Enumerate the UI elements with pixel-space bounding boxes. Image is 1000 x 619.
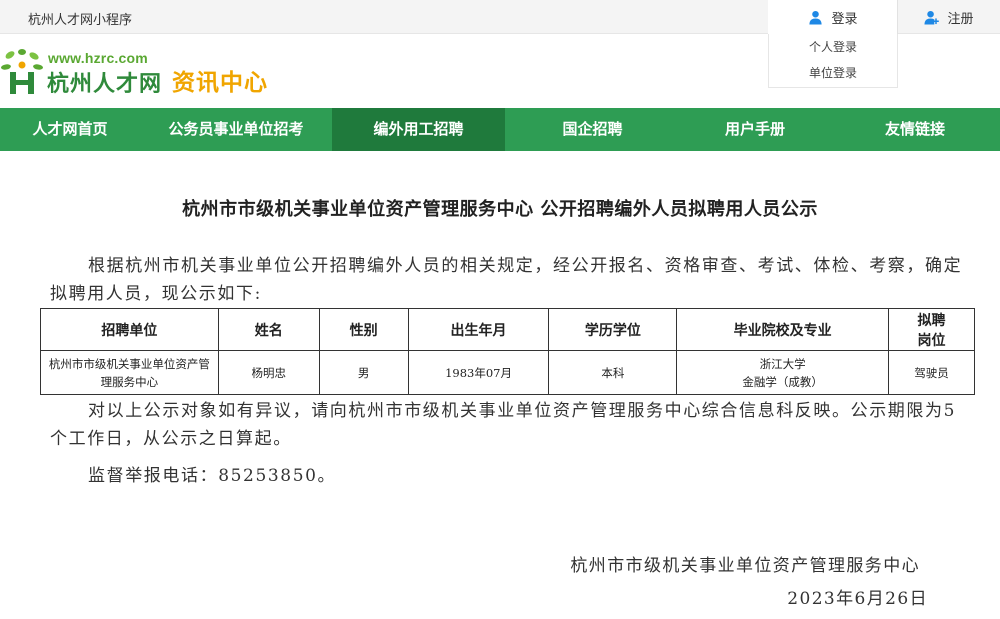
mini-program-link[interactable]: 杭州人才网小程序: [28, 9, 132, 28]
user-add-icon: [924, 10, 940, 25]
candidate-table: 招聘单位 姓名 性别 出生年月 学历学位 毕业院校及专业 拟聘 岗位 杭州市市级…: [40, 308, 975, 395]
nav-item-civil-service[interactable]: 公务员事业单位招考: [140, 108, 332, 151]
col-header-birth: 出生年月: [407, 308, 550, 351]
login-dropdown: 个人登录 单位登录: [768, 34, 898, 88]
col-header-gender: 性别: [318, 308, 409, 351]
cell-position: 驾驶员: [888, 350, 975, 395]
cell-name: 杨明忠: [217, 350, 320, 395]
article-content: 杭州市市级机关事业单位资产管理服务中心 公开招聘编外人员拟聘用人员公示 根据杭州…: [0, 151, 1000, 619]
article-objection: 对以上公示对象如有异议，请向杭州市市级机关事业单位资产管理服务中心综合信息科反映…: [50, 401, 957, 449]
article-hotline: 监督举报电话：85253850。: [88, 466, 337, 486]
cell-school-name: 浙江大学: [759, 356, 806, 371]
table-row: 杭州市市级机关事业单位资产管理服务中心 杨明忠 男 1983年07月 本科 浙江…: [40, 350, 975, 395]
logo-site-name: 杭州人才网: [47, 72, 163, 97]
login-label: 登录: [831, 11, 858, 27]
top-bar: 杭州人才网小程序 登录 注册: [0, 0, 1000, 34]
col-header-education: 学历学位: [548, 308, 678, 351]
logo-url: www.hzrc.com: [48, 50, 148, 66]
signature-date: 2023年6月26日: [787, 589, 928, 609]
hzrc-leaf-logo-icon[interactable]: [0, 46, 48, 96]
dropdown-item-company-login[interactable]: 单位登录: [769, 60, 897, 86]
signature-org: 杭州市市级机关事业单位资产管理服务中心: [570, 556, 920, 576]
col-header-school: 毕业院校及专业: [676, 308, 890, 351]
nav-item-user-manual[interactable]: 用户手册: [680, 108, 830, 151]
nav-item-soe-hiring[interactable]: 国企招聘: [505, 108, 680, 151]
cell-major: 金融学（成教）: [742, 374, 823, 389]
cell-gender: 男: [318, 350, 409, 395]
article-title: 杭州市市级机关事业单位资产管理服务中心 公开招聘编外人员拟聘用人员公示: [182, 199, 818, 220]
col-header-position-line2: 岗位: [917, 332, 946, 349]
cell-unit: 杭州市市级机关事业单位资产管理服务中心: [40, 350, 219, 395]
col-header-position-line1: 拟聘: [917, 312, 946, 329]
nav-item-home[interactable]: 人才网首页: [0, 108, 140, 151]
register-button[interactable]: 注册: [898, 0, 1000, 34]
register-label: 注册: [947, 11, 974, 27]
user-icon: [808, 10, 823, 25]
dropdown-item-personal-login[interactable]: 个人登录: [769, 34, 897, 60]
login-button[interactable]: 登录: [768, 0, 898, 34]
article-intro: 根据杭州市机关事业单位公开招聘编外人员的相关规定，经公开报名、资格审查、考试、体…: [50, 256, 963, 304]
section-title: 资讯中心: [172, 70, 268, 96]
cell-education: 本科: [548, 350, 678, 395]
cell-school: 浙江大学 金融学（成教）: [676, 350, 890, 395]
main-nav: 人才网首页 公务员事业单位招考 编外用工招聘 国企招聘 用户手册 友情链接: [0, 108, 1000, 151]
col-header-position: 拟聘 岗位: [888, 308, 975, 351]
table-header-row: 招聘单位 姓名 性别 出生年月 学历学位 毕业院校及专业 拟聘 岗位: [40, 308, 975, 351]
col-header-name: 姓名: [217, 308, 320, 351]
nav-item-friend-links[interactable]: 友情链接: [830, 108, 1000, 151]
cell-birth: 1983年07月: [407, 350, 550, 395]
col-header-unit: 招聘单位: [40, 308, 219, 351]
nav-item-contract-hiring[interactable]: 编外用工招聘: [332, 108, 505, 151]
